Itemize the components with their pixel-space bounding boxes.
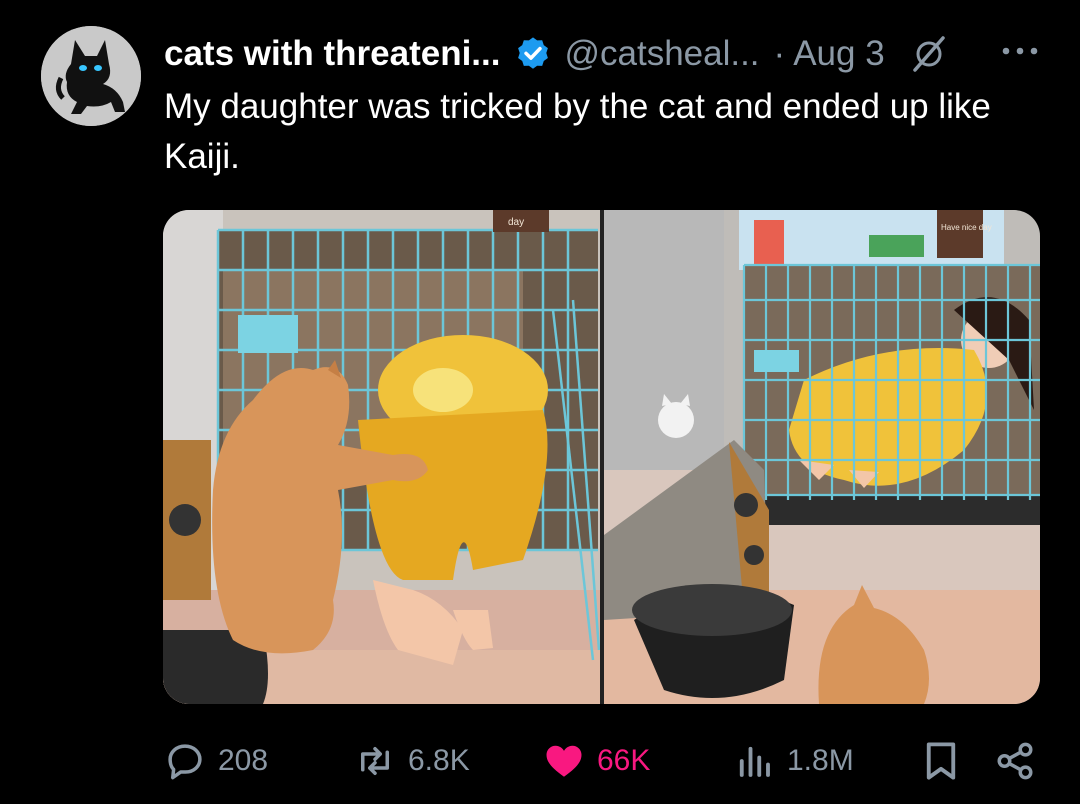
views-count: 1.8M bbox=[787, 744, 854, 777]
cage-sign-text: day bbox=[508, 217, 524, 228]
verified-badge-icon bbox=[518, 37, 549, 69]
repost-icon bbox=[361, 747, 389, 775]
like-count: 66K bbox=[597, 744, 651, 777]
repost-count: 6.8K bbox=[408, 744, 470, 777]
repost-button[interactable]: 6.8K bbox=[354, 736, 470, 786]
display-name[interactable]: cats with threateni... bbox=[164, 34, 500, 74]
post-header: cats with threateni... @catsheal... · Au… bbox=[164, 30, 949, 78]
separator-dot: · bbox=[773, 34, 786, 73]
bookmark-button[interactable] bbox=[922, 736, 972, 786]
bookmark-icon bbox=[926, 742, 956, 780]
photo-cat-pushing-child[interactable]: day bbox=[163, 210, 600, 704]
user-handle[interactable]: @catsheal... bbox=[564, 34, 759, 74]
grok-slash-icon[interactable] bbox=[909, 34, 949, 74]
action-bar: 208 6.8K 66K 1.8M bbox=[0, 736, 1080, 786]
views-chart-icon bbox=[739, 746, 770, 777]
cage-sign-text: Have nice day bbox=[941, 223, 992, 232]
views-button[interactable]: 1.8M bbox=[733, 736, 854, 786]
like-button[interactable]: 66K bbox=[543, 736, 650, 786]
share-button[interactable] bbox=[994, 736, 1048, 786]
share-nodes-icon bbox=[997, 742, 1033, 780]
reply-bubble-icon bbox=[168, 744, 202, 780]
photo-child-in-cage[interactable]: Have nice day bbox=[604, 210, 1040, 704]
post-date[interactable]: Aug 3 bbox=[793, 34, 884, 74]
post-text: My daughter was tricked by the cat and e… bbox=[164, 87, 991, 176]
avatar[interactable] bbox=[41, 26, 141, 126]
more-options-icon[interactable] bbox=[1000, 36, 1040, 66]
reply-button[interactable]: 208 bbox=[164, 736, 268, 786]
media-grid[interactable]: day Have nice day bbox=[163, 210, 1040, 704]
heart-filled-icon bbox=[546, 745, 582, 777]
black-cat-avatar-icon bbox=[41, 26, 141, 126]
reply-count: 208 bbox=[218, 744, 269, 777]
